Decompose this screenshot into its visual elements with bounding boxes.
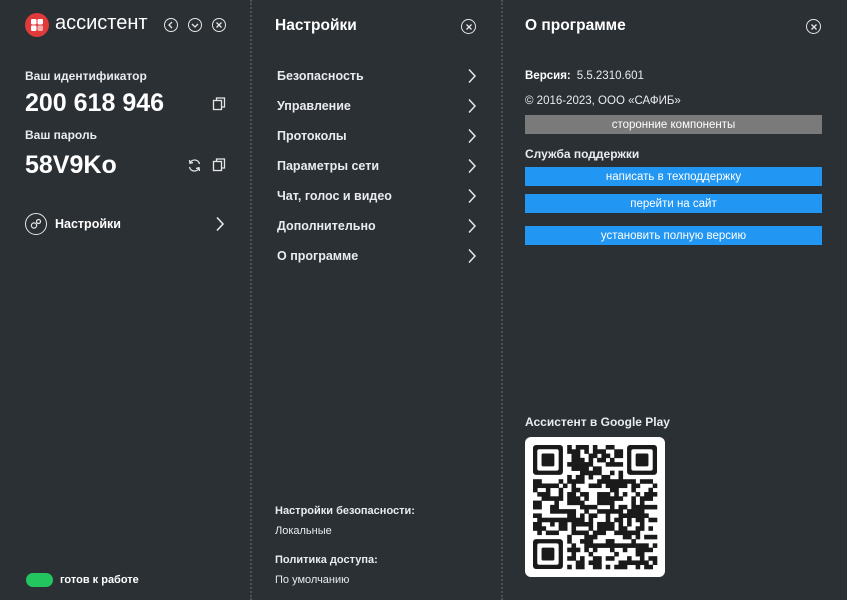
access-policy-label: Политика доступа: bbox=[275, 554, 378, 566]
chevron-right-icon bbox=[468, 188, 477, 204]
visit-website-button[interactable]: перейти на сайт bbox=[525, 194, 822, 213]
close-app-button[interactable] bbox=[212, 18, 226, 32]
version-row: Версия: 5.5.2310.601 bbox=[525, 70, 644, 82]
settings-item-label: Параметры сети bbox=[277, 159, 380, 173]
chevron-right-icon bbox=[468, 158, 477, 174]
settings-item-about[interactable]: О программе bbox=[277, 245, 477, 267]
about-panel: О программе Версия: 5.5.2310.601 © 2016-… bbox=[503, 0, 847, 600]
settings-item-label: Безопасность bbox=[277, 69, 364, 83]
version-value: 5.5.2310.601 bbox=[576, 70, 644, 82]
close-icon bbox=[810, 23, 817, 30]
about-title: О программе bbox=[525, 17, 626, 34]
qr-code[interactable] bbox=[525, 437, 665, 577]
chevron-right-icon bbox=[468, 98, 477, 114]
chevron-right-icon bbox=[468, 218, 477, 234]
settings-link-label: Настройки bbox=[55, 217, 121, 231]
settings-item-chat[interactable]: Чат, голос и видео bbox=[277, 185, 477, 207]
identifier-label: Ваш идентификатор bbox=[25, 69, 147, 83]
close-settings-button[interactable] bbox=[461, 19, 476, 34]
app-name: ассистент bbox=[55, 12, 148, 34]
chevron-left-icon bbox=[168, 21, 173, 29]
refresh-icon bbox=[188, 159, 201, 172]
password-value: 58V9Ko bbox=[25, 151, 117, 179]
copy-id-button[interactable] bbox=[212, 97, 226, 116]
access-policy-value: По умолчанию bbox=[275, 574, 350, 586]
password-label: Ваш пароль bbox=[25, 128, 97, 142]
settings-item-label: Протоколы bbox=[277, 129, 347, 143]
copyright-text: © 2016-2023, ООО «САФИБ» bbox=[525, 95, 681, 107]
back-button[interactable] bbox=[164, 18, 178, 32]
settings-item-control[interactable]: Управление bbox=[277, 95, 477, 117]
settings-item-network[interactable]: Параметры сети bbox=[277, 155, 477, 177]
copy-password-button[interactable] bbox=[212, 158, 226, 177]
close-icon bbox=[465, 23, 472, 30]
settings-item-protocols[interactable]: Протоколы bbox=[277, 125, 477, 147]
status-indicator bbox=[26, 573, 53, 587]
close-about-button[interactable] bbox=[806, 19, 821, 34]
chevron-right-icon bbox=[468, 68, 477, 84]
chevron-right-icon bbox=[216, 216, 225, 232]
install-full-version-button[interactable]: установить полную версию bbox=[525, 226, 822, 245]
minimize-button[interactable] bbox=[188, 18, 202, 32]
app-logo-icon bbox=[25, 13, 49, 37]
settings-title: Настройки bbox=[275, 17, 357, 34]
main-panel: ассистент Ваш идентификатор 200 618 946 … bbox=[0, 0, 250, 600]
version-label: Версия: bbox=[525, 70, 571, 82]
chevron-right-icon bbox=[468, 128, 477, 144]
settings-item-advanced[interactable]: Дополнительно bbox=[277, 215, 477, 237]
write-support-button[interactable]: написать в техподдержку bbox=[525, 167, 822, 186]
security-settings-label: Настройки безопасности: bbox=[275, 505, 415, 517]
settings-panel: Настройки Безопасность Управление Проток… bbox=[252, 0, 501, 600]
google-play-label: Ассистент в Google Play bbox=[525, 415, 670, 429]
settings-link[interactable]: Настройки bbox=[25, 212, 225, 236]
gears-icon bbox=[25, 213, 47, 235]
settings-item-label: О программе bbox=[277, 249, 359, 263]
third-party-components-button[interactable]: сторонние компоненты bbox=[525, 115, 822, 134]
security-settings-value: Локальные bbox=[275, 525, 332, 537]
support-label: Служба поддержки bbox=[525, 147, 640, 161]
settings-item-label: Управление bbox=[277, 99, 351, 113]
qr-code-icon bbox=[533, 445, 658, 570]
identifier-value: 200 618 946 bbox=[25, 89, 165, 117]
chevron-down-icon bbox=[191, 23, 199, 28]
close-icon bbox=[216, 22, 222, 28]
copy-icon bbox=[212, 97, 226, 111]
chevron-right-icon bbox=[468, 248, 477, 264]
settings-item-label: Чат, голос и видео bbox=[277, 189, 392, 203]
settings-item-security[interactable]: Безопасность bbox=[277, 65, 477, 87]
copy-icon bbox=[212, 158, 226, 172]
status-text: готов к работе bbox=[60, 574, 139, 586]
settings-item-label: Дополнительно bbox=[277, 219, 376, 233]
refresh-password-button[interactable] bbox=[187, 158, 202, 178]
